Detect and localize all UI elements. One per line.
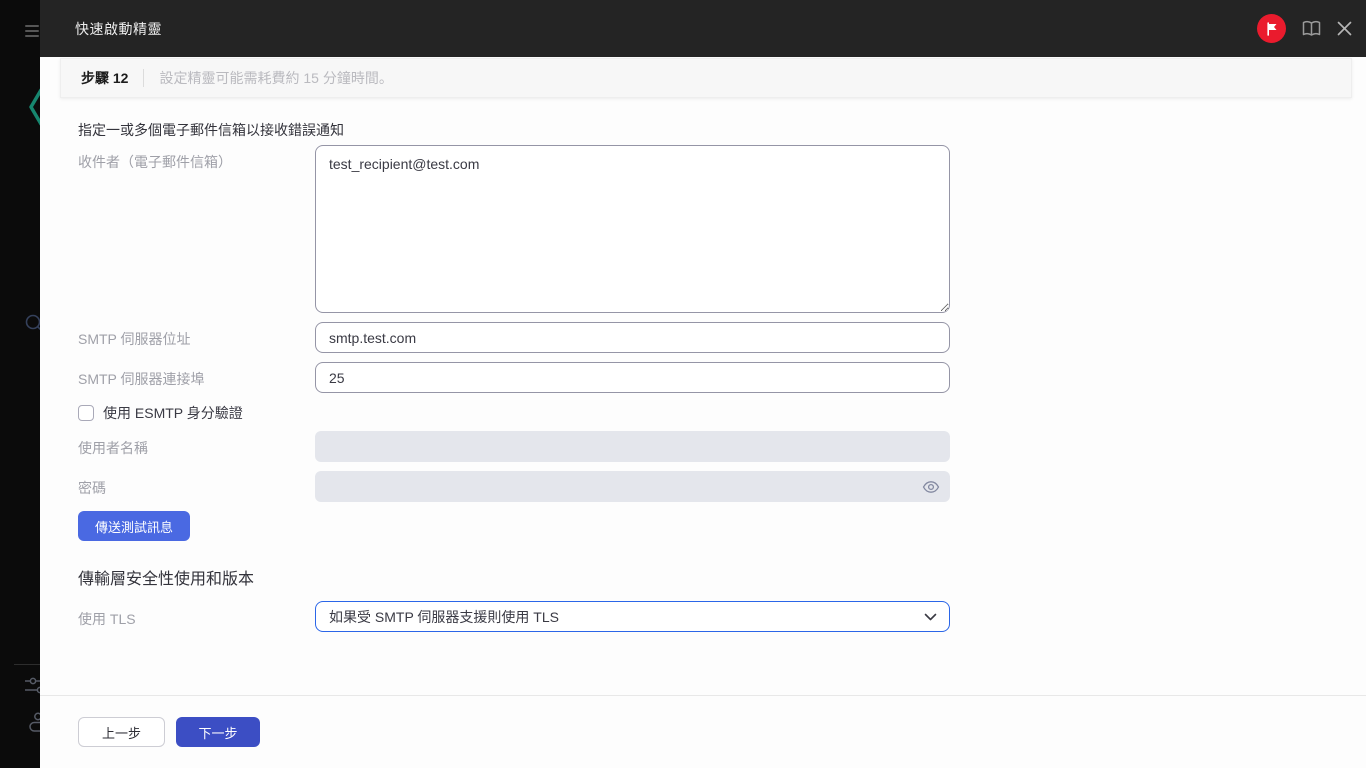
left-nav-rail <box>0 0 40 768</box>
esmtp-auth-label: 使用 ESMTP 身分驗證 <box>103 405 243 421</box>
username-input-disabled <box>315 431 950 462</box>
search-icon[interactable] <box>24 313 40 335</box>
password-input-disabled <box>315 471 950 502</box>
rail-divider <box>14 664 40 665</box>
flag-icon <box>1266 21 1276 36</box>
smtp-port-label: SMTP 伺服器連接埠 <box>78 371 205 387</box>
chevron-down-icon <box>924 613 937 621</box>
brand-logo-icon <box>29 88 40 126</box>
step-header: 步驟 12 設定精靈可能需耗費約 15 分鐘時間。 <box>60 58 1352 98</box>
footer-divider <box>40 695 1366 696</box>
help-book-button[interactable] <box>1302 20 1321 37</box>
book-icon <box>1302 20 1321 36</box>
username-label: 使用者名稱 <box>78 440 148 456</box>
step-description: 設定精靈可能需耗費約 15 分鐘時間。 <box>159 70 393 86</box>
close-wizard-button[interactable] <box>1337 21 1352 36</box>
esmtp-auth-row[interactable]: 使用 ESMTP 身分驗證 <box>78 403 243 423</box>
next-button[interactable]: 下一步 <box>176 717 260 747</box>
wizard-titlebar: 快速啟動精靈 <box>40 0 1366 57</box>
settings-sliders-icon[interactable] <box>25 676 40 696</box>
eye-icon <box>922 480 940 493</box>
esmtp-auth-checkbox[interactable] <box>78 405 94 421</box>
whats-new-flag-button[interactable] <box>1257 14 1286 43</box>
wizard-title: 快速啟動精靈 <box>75 20 162 37</box>
close-icon <box>1337 21 1352 36</box>
smtp-address-input[interactable] <box>315 322 950 353</box>
smtp-port-input[interactable] <box>315 362 950 393</box>
back-button[interactable]: 上一步 <box>78 717 165 747</box>
user-account-icon[interactable] <box>25 711 40 733</box>
step-separator <box>143 69 145 87</box>
menu-hamburger-icon[interactable] <box>25 25 39 37</box>
recipients-label: 收件者（電子郵件信箱） <box>78 154 232 170</box>
use-tls-selected-value: 如果受 SMTP 伺服器支援則使用 TLS <box>329 608 559 625</box>
show-password-button[interactable] <box>922 480 940 494</box>
page-instruction: 指定一或多個電子郵件信箱以接收錯誤通知 <box>78 122 344 138</box>
use-tls-label: 使用 TLS <box>78 611 136 627</box>
wizard-content: 步驟 12 設定精靈可能需耗費約 15 分鐘時間。 指定一或多個電子郵件信箱以接… <box>40 57 1366 768</box>
send-test-message-button[interactable]: 傳送測試訊息 <box>78 511 191 541</box>
recipients-textarea[interactable]: test_recipient@test.com <box>315 145 950 313</box>
use-tls-select[interactable]: 如果受 SMTP 伺服器支援則使用 TLS <box>315 601 950 632</box>
step-number: 步驟 12 <box>81 70 129 86</box>
smtp-address-label: SMTP 伺服器位址 <box>78 331 191 347</box>
tls-section-title: 傳輸層安全性使用和版本 <box>78 571 255 588</box>
password-label: 密碼 <box>78 480 106 496</box>
